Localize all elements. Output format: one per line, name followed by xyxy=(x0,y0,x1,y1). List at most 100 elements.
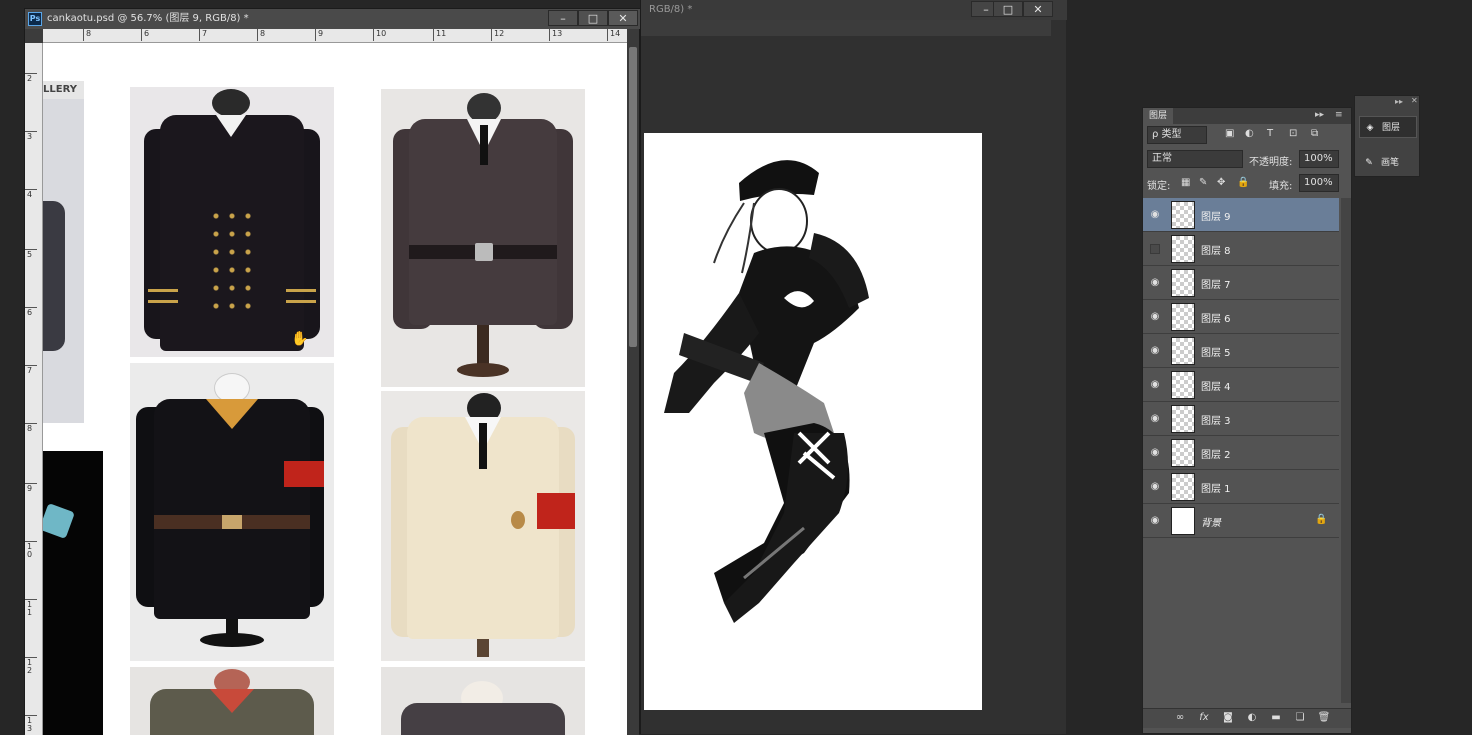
image-filter-icon[interactable]: ▣ xyxy=(1225,128,1234,139)
visibility-eye-icon[interactable]: ◉ xyxy=(1149,345,1161,357)
close-button[interactable]: ✕ xyxy=(608,10,638,26)
layer-row-9[interactable]: ◉ 图层 9 xyxy=(1143,198,1339,232)
expand-icon[interactable]: ▸▸ xyxy=(1395,97,1403,106)
layer-name: 图层 3 xyxy=(1201,416,1231,427)
ruler-tick: 9 xyxy=(315,29,323,41)
adjustment-icon[interactable]: ◐ xyxy=(1243,712,1261,723)
fill-label: 填充: xyxy=(1269,181,1293,192)
minimize-button[interactable]: – xyxy=(548,10,578,26)
opacity-input[interactable]: 100% xyxy=(1299,150,1339,168)
layer-thumbnail xyxy=(1171,235,1195,263)
visibility-eye-icon[interactable]: ◉ xyxy=(1149,413,1161,425)
ruler-tick: 13 xyxy=(549,29,562,41)
layer-row-2[interactable]: ◉ 图层 2 xyxy=(1143,436,1339,470)
type-filter-icon[interactable]: T xyxy=(1267,128,1273,139)
lock-position-icon[interactable]: ✥ xyxy=(1217,177,1225,188)
layer-name: 图层 1 xyxy=(1201,484,1231,495)
layer-thumbnail xyxy=(1171,201,1195,229)
filter-kind-dropdown[interactable]: ρ 类型 xyxy=(1147,126,1207,144)
ruler-tick: 8 xyxy=(257,29,265,41)
layer-row-3[interactable]: ◉ 图层 3 xyxy=(1143,402,1339,436)
lock-image-icon[interactable]: ✎ xyxy=(1199,177,1207,188)
close-dock-icon[interactable]: ✕ xyxy=(1411,96,1418,105)
visibility-toggle-off[interactable] xyxy=(1150,244,1160,254)
layers-scrollbar[interactable] xyxy=(1341,198,1351,703)
document-window-sketch[interactable]: RGB/8) * – □ ✕ xyxy=(640,0,1067,734)
document-window-reference[interactable]: Ps cankaotu.psd @ 56.7% (图层 9, RGB/8) * … xyxy=(24,8,641,735)
ruler-tick: 7 xyxy=(199,29,207,41)
layer-row-4[interactable]: ◉ 图层 4 xyxy=(1143,368,1339,402)
layers-tab[interactable]: 图层 xyxy=(1143,108,1174,124)
vertical-ruler[interactable]: 2 3 4 5 6 7 8 9 1 0 1 1 1 2 1 3 xyxy=(25,43,43,735)
lock-all-icon[interactable]: 🔒 xyxy=(1237,177,1249,188)
layer-row-background[interactable]: ◉ 背景 🔒 xyxy=(1143,504,1339,538)
link-icon[interactable]: ∞ xyxy=(1171,712,1189,723)
horizontal-ruler[interactable]: 8 6 7 8 9 10 11 12 13 14 xyxy=(43,29,627,43)
layer-name: 背景 xyxy=(1201,518,1221,529)
layer-row-7[interactable]: ◉ 图层 7 xyxy=(1143,266,1339,300)
layer-thumbnail xyxy=(1171,507,1195,535)
smart-object-filter-icon[interactable]: ⧉ xyxy=(1311,128,1318,139)
document-title: RGB/8) * xyxy=(649,4,693,15)
brush-icon: ✎ xyxy=(1365,158,1373,168)
adjustment-filter-icon[interactable]: ◐ xyxy=(1245,128,1254,139)
reference-canvas[interactable]: LLERY ✋ xyxy=(43,43,627,735)
visibility-eye-icon[interactable]: ◉ xyxy=(1149,209,1161,221)
layer-thumbnail xyxy=(1171,405,1195,433)
window-titlebar[interactable]: Ps cankaotu.psd @ 56.7% (图层 9, RGB/8) * … xyxy=(25,9,641,29)
collapsed-panel-dock[interactable]: ▸▸ ✕ ◈ 图层 ✎ 画笔 xyxy=(1354,95,1420,177)
layer-name: 图层 2 xyxy=(1201,450,1231,461)
visibility-eye-icon[interactable]: ◉ xyxy=(1149,311,1161,323)
layer-thumbnail xyxy=(1171,473,1195,501)
visibility-eye-icon[interactable]: ◉ xyxy=(1149,379,1161,391)
ruler-tick: 10 xyxy=(373,29,386,41)
mask-icon[interactable]: ◙ xyxy=(1219,712,1237,723)
layer-thumbnail xyxy=(1171,439,1195,467)
layer-name: 图层 6 xyxy=(1201,314,1231,325)
visibility-eye-icon[interactable]: ◉ xyxy=(1149,481,1161,493)
dock-item-label: 图层 xyxy=(1382,123,1401,133)
ruler-tick: 12 xyxy=(491,29,504,41)
layer-row-8[interactable]: 图层 8 xyxy=(1143,232,1339,266)
trash-icon[interactable]: 🗑 xyxy=(1315,712,1333,723)
fill-value: 100% xyxy=(1304,177,1333,188)
window-titlebar[interactable]: RGB/8) * – □ ✕ xyxy=(641,0,1067,20)
ruler-tick: 11 xyxy=(433,29,446,41)
ruler-tick: 14 xyxy=(607,29,620,41)
close-button[interactable]: ✕ xyxy=(1023,1,1053,17)
reference-gallery-label: LLERY xyxy=(43,81,84,99)
maximize-button[interactable]: □ xyxy=(993,1,1023,17)
layer-name: 图层 9 xyxy=(1201,212,1231,223)
layers-panel[interactable]: 图层 ▸▸ ≡ ρ 类型 ▣ ◐ T ⊡ ⧉ 正常 不透明度: 100% 锁定:… xyxy=(1142,107,1352,734)
layer-row-5[interactable]: ◉ 图层 5 xyxy=(1143,334,1339,368)
layer-row-6[interactable]: ◉ 图层 6 xyxy=(1143,300,1339,334)
layer-list: ◉ 图层 9 图层 8 ◉ 图层 7 ◉ 图层 6 ◉ 图层 5 ◉ 图层 4 xyxy=(1143,198,1339,538)
lock-label: 锁定: xyxy=(1147,181,1171,192)
sketch-canvas[interactable] xyxy=(644,133,982,710)
dock-layers-button[interactable]: ◈ 图层 xyxy=(1359,116,1417,138)
ruler-tick: 6 xyxy=(25,307,37,317)
visibility-eye-icon[interactable]: ◉ xyxy=(1149,515,1161,527)
layer-row-1[interactable]: ◉ 图层 1 xyxy=(1143,470,1339,504)
ruler-tick: 1 3 xyxy=(25,715,37,733)
maximize-button[interactable]: □ xyxy=(578,10,608,26)
new-layer-icon[interactable]: ❏ xyxy=(1291,712,1309,723)
shape-filter-icon[interactable]: ⊡ xyxy=(1289,128,1297,139)
folder-icon[interactable]: ▬ xyxy=(1267,712,1285,723)
panel-menu-icon[interactable]: ≡ xyxy=(1335,110,1343,120)
layer-name: 图层 5 xyxy=(1201,348,1231,359)
collapse-icon[interactable]: ▸▸ xyxy=(1315,110,1324,120)
horizontal-ruler[interactable] xyxy=(641,20,1051,36)
dock-item-label: 画笔 xyxy=(1381,158,1400,168)
layer-name: 图层 7 xyxy=(1201,280,1231,291)
fx-icon[interactable]: fx xyxy=(1195,712,1213,723)
dock-brush-button[interactable]: ✎ 画笔 xyxy=(1359,152,1417,174)
vertical-scrollbar[interactable] xyxy=(627,29,639,735)
scrollbar-thumb[interactable] xyxy=(629,47,637,347)
fill-input[interactable]: 100% xyxy=(1299,174,1339,192)
photoshop-logo-icon: Ps xyxy=(28,12,42,26)
visibility-eye-icon[interactable]: ◉ xyxy=(1149,277,1161,289)
visibility-eye-icon[interactable]: ◉ xyxy=(1149,447,1161,459)
lock-transparent-icon[interactable]: ▦ xyxy=(1181,177,1190,188)
blend-mode-dropdown[interactable]: 正常 xyxy=(1147,150,1243,168)
